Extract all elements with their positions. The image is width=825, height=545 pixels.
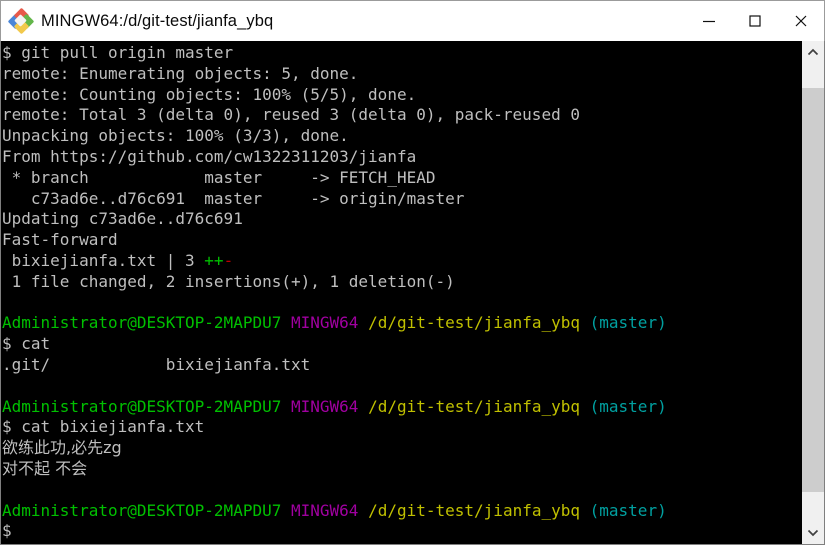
prompt-user-host: Administrator@DESKTOP-2MAPDU7 xyxy=(2,313,282,333)
window-controls xyxy=(686,1,824,41)
maximize-icon xyxy=(749,15,761,27)
terminal-command-line: $ cat bixiejianfa.txt xyxy=(2,417,205,437)
diffstat-deletions: - xyxy=(223,250,234,270)
terminal-line-cjk: 对不起 不会 xyxy=(2,458,88,478)
diffstat-additions: ++ xyxy=(204,250,224,270)
terminal-line: From https://github.com/cw1322311203/jia… xyxy=(2,146,417,166)
vertical-scrollbar[interactable] xyxy=(801,41,824,544)
terminal-line: remote: Total 3 (delta 0), reused 3 (del… xyxy=(2,105,580,125)
terminal-input-line[interactable]: $ xyxy=(2,521,801,542)
terminal-line: .git/ bixiejianfa.txt xyxy=(2,354,311,374)
terminal-line: remote: Counting objects: 100% (5/5), do… xyxy=(2,84,417,104)
terminal-line: Updating c73ad6e..d76c691 xyxy=(2,209,243,229)
prompt-user-host: Administrator@DESKTOP-2MAPDU7 xyxy=(2,396,282,416)
prompt-path: /d/git-test/jianfa_ybq xyxy=(368,313,580,333)
diffstat-file: bixiejianfa.txt | 3 xyxy=(2,250,205,270)
terminal-line: remote: Enumerating objects: 5, done. xyxy=(2,63,359,83)
git-bash-window: MINGW64:/d/git-test/jianfa_ybq $ git pul… xyxy=(0,0,825,545)
prompt-path: /d/git-test/jianfa_ybq xyxy=(368,396,580,416)
terminal-line: $ git pull origin master xyxy=(2,43,234,62)
minimize-icon xyxy=(703,20,715,23)
prompt-user-host: Administrator@DESKTOP-2MAPDU7 xyxy=(2,500,282,520)
minimize-button[interactable] xyxy=(686,1,732,41)
maximize-button[interactable] xyxy=(732,1,778,41)
prompt-shell: MINGW64 xyxy=(291,396,359,416)
title-bar[interactable]: MINGW64:/d/git-test/jianfa_ybq xyxy=(0,0,825,41)
close-button[interactable] xyxy=(778,1,824,41)
terminal-command-line: $ cat xyxy=(2,334,51,354)
prompt-shell: MINGW64 xyxy=(291,500,359,520)
terminal-line: * branch master -> FETCH_HEAD xyxy=(2,167,436,187)
prompt-shell: MINGW64 xyxy=(291,313,359,333)
prompt-branch: (master) xyxy=(589,313,667,333)
terminal-prompt-line: Administrator@DESKTOP-2MAPDU7 MINGW64 /d… xyxy=(2,313,801,334)
git-bash-diamond-icon xyxy=(7,7,35,35)
terminal-line-cjk: 欲练此功,必先zg xyxy=(2,438,122,458)
terminal-area: $ git pull origin master remote: Enumera… xyxy=(0,41,825,545)
scrollbar-down-button[interactable] xyxy=(802,520,824,544)
close-icon xyxy=(795,15,807,27)
prompt-path: /d/git-test/jianfa_ybq xyxy=(368,500,580,520)
terminal-line-diffstat: bixiejianfa.txt | 3 ++- xyxy=(2,251,801,272)
prompt-branch: (master) xyxy=(589,396,667,416)
terminal-screen[interactable]: $ git pull origin master remote: Enumera… xyxy=(1,41,801,544)
scrollbar-track[interactable] xyxy=(802,65,824,520)
scrollbar-thumb[interactable] xyxy=(802,88,824,492)
terminal-prompt-line: Administrator@DESKTOP-2MAPDU7 MINGW64 /d… xyxy=(2,397,801,418)
terminal-line: 1 file changed, 2 insertions(+), 1 delet… xyxy=(2,271,455,291)
chevron-down-icon xyxy=(807,529,819,537)
terminal-line: Unpacking objects: 100% (3/3), done. xyxy=(2,126,349,146)
terminal-prompt-line: Administrator@DESKTOP-2MAPDU7 MINGW64 /d… xyxy=(2,501,801,522)
chevron-up-icon xyxy=(807,48,819,56)
window-title: MINGW64:/d/git-test/jianfa_ybq xyxy=(41,11,274,30)
terminal-line: c73ad6e..d76c691 master -> origin/master xyxy=(2,188,465,208)
prompt-branch: (master) xyxy=(589,500,667,520)
terminal-line: Fast-forward xyxy=(2,230,118,250)
scrollbar-up-button[interactable] xyxy=(802,41,824,65)
